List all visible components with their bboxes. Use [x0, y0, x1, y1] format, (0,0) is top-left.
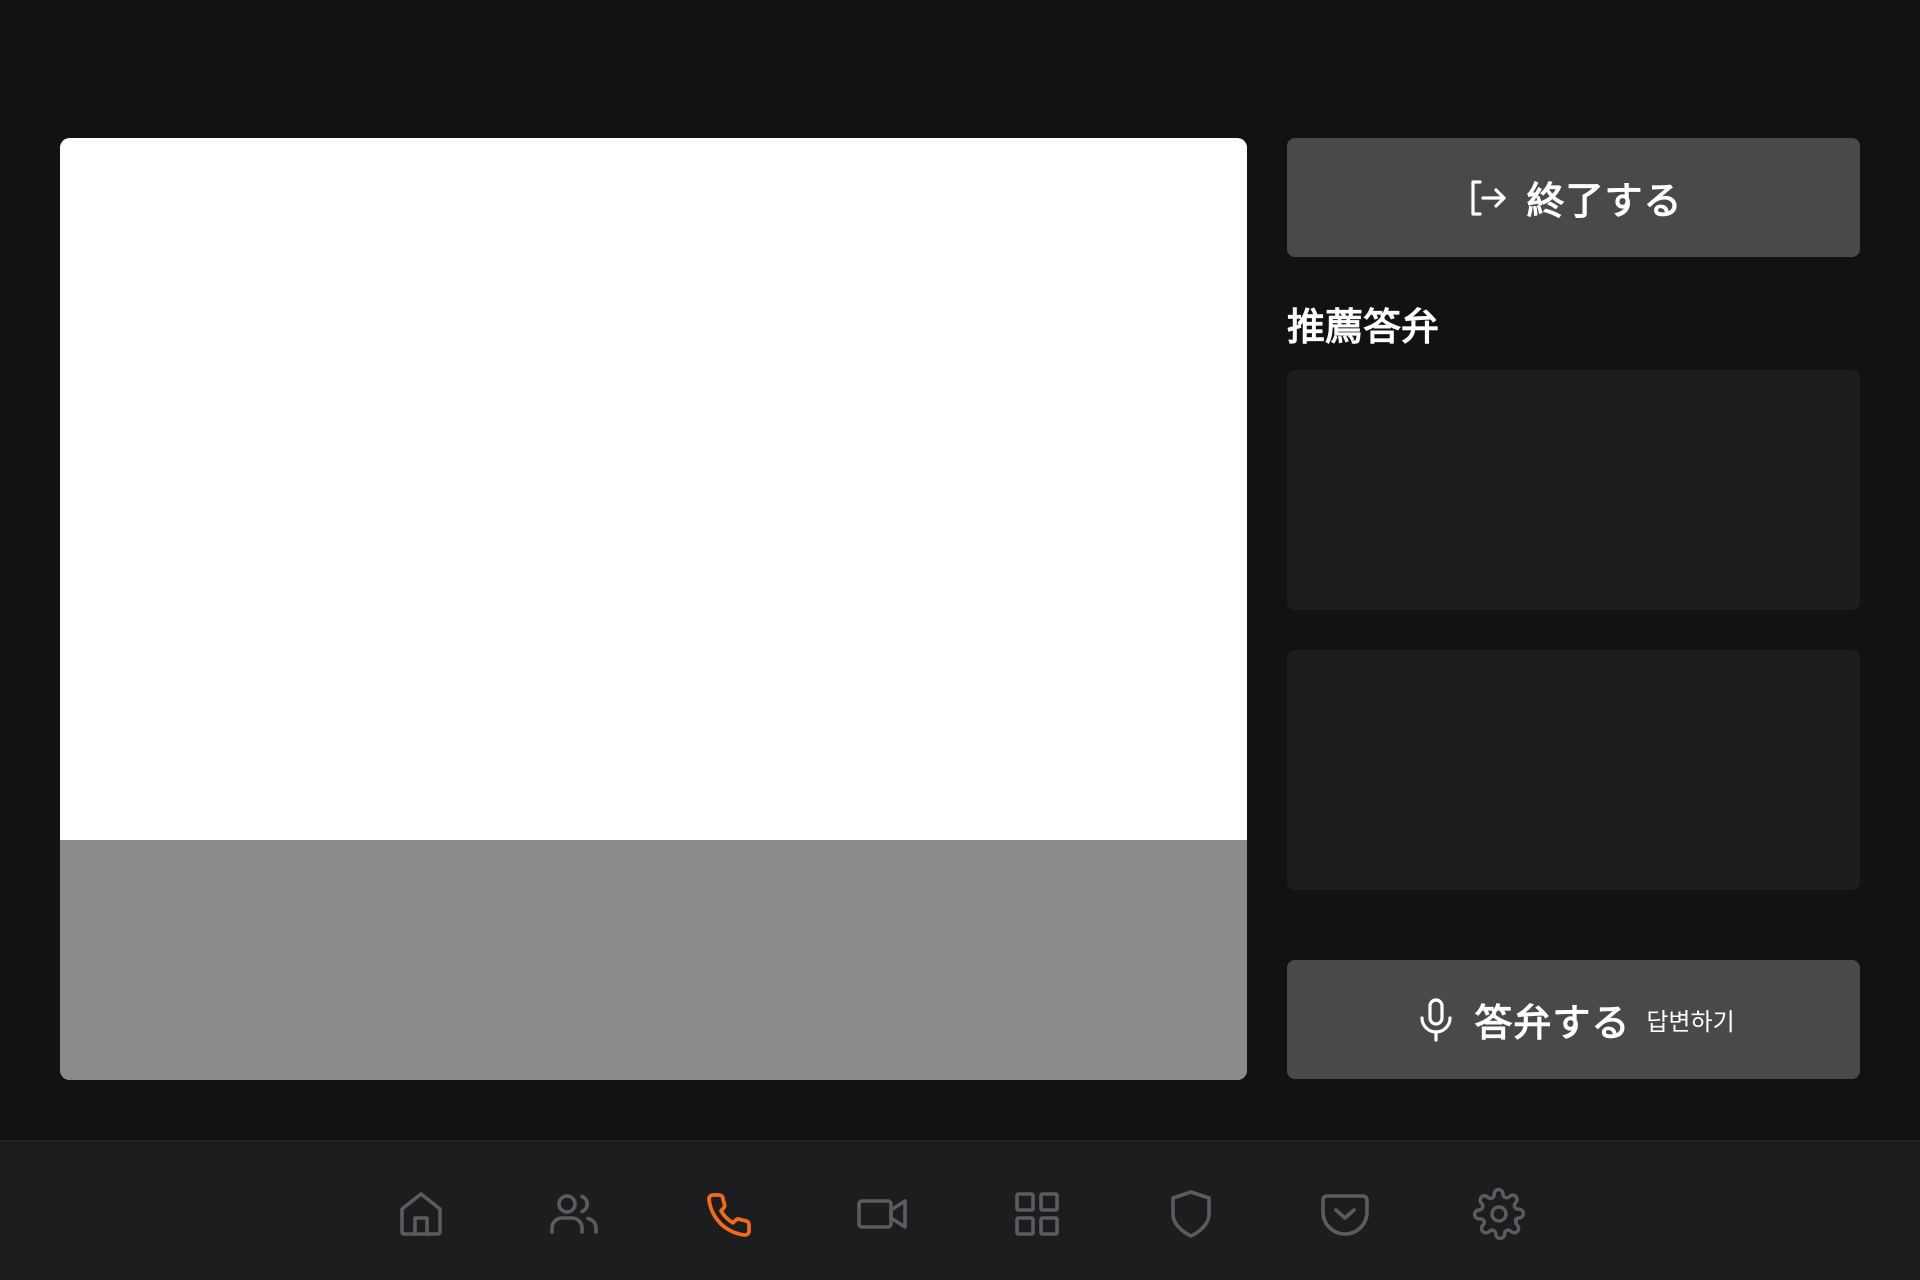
answer-label: 答弁する: [1474, 1001, 1631, 1045]
pocket-icon: [1321, 1194, 1369, 1236]
bottom-nav: [0, 1140, 1920, 1280]
video-panel: [60, 138, 1247, 1080]
phone-icon: [707, 1193, 751, 1237]
nav-home[interactable]: [392, 1185, 450, 1243]
recommended-answer-card[interactable]: [1287, 370, 1860, 610]
nav-apps[interactable]: [1008, 1185, 1066, 1243]
caption-area: [60, 840, 1247, 1080]
nav-calls[interactable]: [700, 1185, 758, 1243]
end-call-button[interactable]: 終了する: [1287, 138, 1860, 257]
video-feed: [60, 138, 1247, 840]
home-icon: [400, 1192, 442, 1236]
app-root: 終了する 推薦答弁 答弁する 답변하기: [0, 0, 1920, 1280]
nav-video[interactable]: [854, 1185, 912, 1243]
sign-out-icon: [1464, 174, 1512, 222]
recommended-answer-card[interactable]: [1287, 650, 1860, 890]
recommended-answers-title: 推薦答弁: [1287, 305, 1440, 349]
end-call-label: 終了する: [1526, 179, 1683, 223]
shield-icon: [1171, 1190, 1211, 1238]
side-panel: 終了する 推薦答弁 答弁する 답변하기: [1287, 138, 1860, 1080]
video-camera-icon: [857, 1199, 907, 1229]
answer-button[interactable]: 答弁する 답변하기: [1287, 960, 1860, 1079]
microphone-icon: [1412, 996, 1460, 1044]
users-icon: [550, 1194, 598, 1234]
nav-users[interactable]: [545, 1185, 603, 1243]
nav-settings[interactable]: [1470, 1185, 1528, 1243]
nav-pocket[interactable]: [1316, 1185, 1374, 1243]
grid-icon: [1015, 1192, 1059, 1236]
nav-security[interactable]: [1162, 1185, 1220, 1243]
gear-icon: [1472, 1187, 1526, 1241]
answer-sub-label: 답변하기: [1646, 1008, 1735, 1036]
